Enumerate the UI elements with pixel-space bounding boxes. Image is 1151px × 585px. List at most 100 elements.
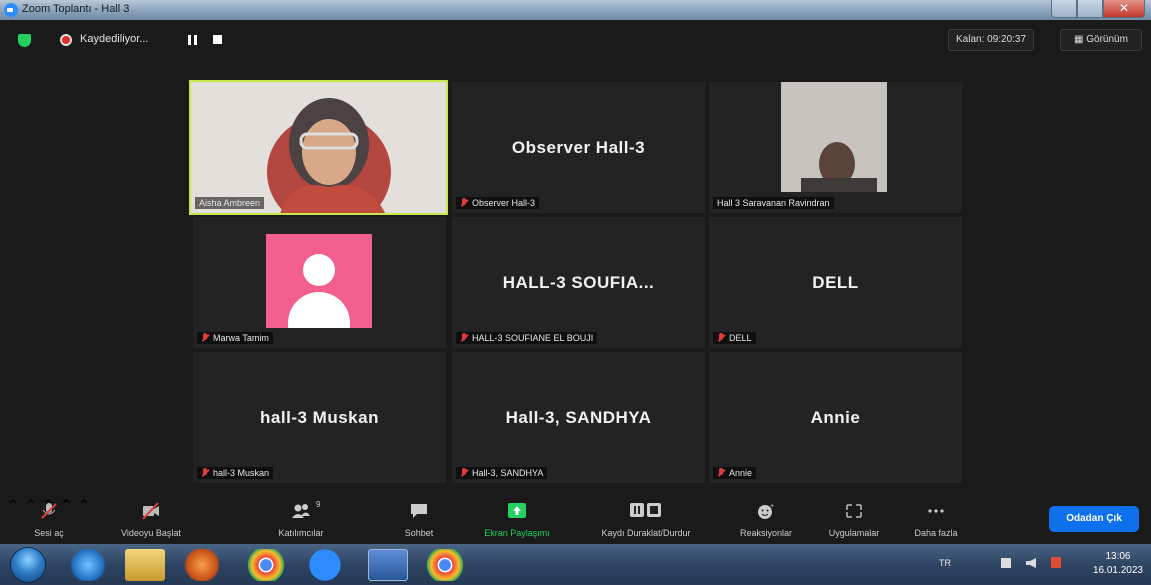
avatar-head	[303, 254, 335, 286]
stop-recording-icon[interactable]	[213, 35, 222, 44]
internet-explorer-icon[interactable]	[68, 549, 108, 581]
participant-display-name: hall-3 Muskan	[260, 407, 379, 427]
muted-mic-icon	[201, 468, 209, 478]
muted-mic-icon	[201, 333, 209, 343]
word-icon[interactable]	[368, 549, 408, 581]
participant-video-image	[191, 82, 446, 213]
share-screen-icon	[508, 503, 526, 518]
apps-button[interactable]: Uygulamalar	[814, 496, 894, 544]
muted-microphone-icon	[41, 503, 57, 519]
avatar	[266, 234, 372, 328]
participant-name-label: Hall-3, SANDHYA	[456, 467, 548, 479]
participant-display-name: Annie	[810, 407, 861, 427]
minimize-button[interactable]	[1051, 0, 1077, 18]
muted-mic-icon	[460, 468, 468, 478]
video-tile[interactable]: hall-3 Muskan hall-3 Muskan	[193, 352, 446, 483]
recording-status: Kaydediliyor...	[80, 33, 149, 45]
grid-icon: ▦	[1074, 34, 1087, 45]
audio-options-chevron-icon[interactable]: ⌃	[6, 498, 19, 515]
language-indicator[interactable]: TR	[939, 558, 951, 568]
pause-stop-recording-label: Kaydı Duraklat/Durdur	[601, 528, 691, 538]
zoom-app-icon	[4, 3, 18, 17]
share-screen-label: Ekran Paylaşımı	[484, 528, 550, 538]
window-controls: ✕	[1051, 0, 1145, 18]
chrome-icon[interactable]	[246, 549, 286, 581]
video-tile[interactable]: Aisha Ambreen	[189, 80, 448, 215]
chat-button[interactable]: Sohbet	[394, 496, 444, 544]
muted-mic-icon	[717, 468, 725, 478]
video-tile[interactable]: Marwa Tamim	[193, 217, 446, 348]
maximize-button[interactable]	[1077, 0, 1103, 18]
recording-icon	[60, 34, 72, 46]
participant-name: Annie	[729, 468, 753, 478]
zoom-taskbar-icon[interactable]	[305, 549, 345, 581]
participant-name-label: Observer Hall-3	[456, 197, 540, 209]
window-titlebar: Zoom Toplantı - Hall 3 ✕	[0, 0, 1151, 20]
participants-count: 9	[316, 500, 321, 509]
more-icon	[928, 509, 944, 513]
volume-icon[interactable]	[1026, 558, 1036, 568]
zoom-meeting-window: Kaydediliyor... Kalan: 09:20:37 ▦ Görünü…	[6, 20, 1146, 544]
more-button[interactable]: Daha fazla	[906, 496, 966, 544]
svg-text:+: +	[770, 503, 774, 510]
video-tile[interactable]: HALL-3 SOUFIA... HALL-3 SOUFIANE EL BOUJ…	[452, 217, 705, 348]
start-video-button[interactable]: Videoyu Başlat	[106, 496, 196, 544]
view-button[interactable]: ▦ Görünüm	[1060, 29, 1142, 51]
video-tile[interactable]: Annie Annie	[709, 352, 962, 483]
chrome-window-icon[interactable]	[425, 549, 465, 581]
chat-label: Sohbet	[404, 528, 434, 538]
taskbar-clock[interactable]: 13:06 16.01.2023	[1093, 550, 1143, 578]
flag-icon[interactable]	[1051, 557, 1061, 568]
unmute-button[interactable]: Sesi aç	[24, 496, 74, 544]
participant-name: Aisha Ambreen	[199, 198, 261, 208]
avatar-body	[288, 292, 350, 328]
participants-label: Katılımcılar	[278, 528, 324, 538]
close-button[interactable]: ✕	[1103, 0, 1145, 18]
video-tile[interactable]: Hall 3 Saravanan Ravindran	[709, 82, 962, 213]
participants-button[interactable]: 9 Katılımcılar	[261, 496, 341, 544]
apps-label: Uygulamalar	[828, 528, 880, 538]
video-tile[interactable]: DELL DELL	[709, 217, 962, 348]
pause-stop-icon	[630, 503, 661, 517]
participant-name-label: HALL-3 SOUFIANE EL BOUJI	[456, 332, 598, 344]
apps-icon	[846, 504, 862, 518]
share-screen-button[interactable]: Ekran Paylaşımı	[472, 496, 562, 544]
apps-options-chevron-icon[interactable]: ⌃	[77, 498, 90, 515]
participants-icon	[292, 504, 310, 518]
participant-display-name: Observer Hall-3	[511, 137, 646, 157]
security-shield-icon[interactable]	[18, 34, 31, 47]
participant-video	[781, 82, 887, 192]
participant-name: Observer Hall-3	[472, 198, 536, 208]
video-off-icon	[142, 502, 159, 520]
participant-name-label: Aisha Ambreen	[195, 197, 265, 209]
pause-recording-icon[interactable]	[188, 35, 197, 45]
meeting-toolbar: Sesi aç ⌃ Videoyu Başlat ⌃ 9 Katılımcıla…	[6, 496, 1146, 544]
view-label: Görünüm	[1086, 34, 1128, 45]
more-label: Daha fazla	[914, 528, 958, 538]
clock-time: 13:06	[1105, 551, 1131, 562]
media-player-icon[interactable]	[182, 549, 222, 581]
file-explorer-icon[interactable]	[125, 549, 165, 581]
muted-mic-icon	[717, 333, 725, 343]
pause-stop-recording-button[interactable]: Kaydı Duraklat/Durdur	[581, 496, 711, 544]
start-button[interactable]	[10, 547, 46, 583]
video-tile[interactable]: Observer Hall-3 Observer Hall-3	[452, 82, 705, 213]
start-video-label: Videoyu Başlat	[121, 528, 181, 538]
remaining-time: Kalan: 09:20:37	[948, 29, 1035, 51]
system-tray: TR 13:06 16.01.2023	[931, 544, 1151, 585]
network-icon[interactable]	[1001, 558, 1011, 568]
participant-name-label: Hall 3 Saravanan Ravindran	[713, 197, 834, 209]
participant-name-label: DELL	[713, 332, 756, 344]
leave-room-button[interactable]: Odadan Çık	[1049, 506, 1139, 532]
participant-name: Hall 3 Saravanan Ravindran	[717, 198, 830, 208]
participant-display-name: HALL-3 SOUFIA...	[502, 272, 655, 292]
muted-mic-icon	[460, 333, 468, 343]
participant-name: hall-3 Muskan	[213, 468, 270, 478]
participant-name-label: Marwa Tamim	[197, 332, 273, 344]
participant-name: DELL	[729, 333, 752, 343]
participant-name: HALL-3 SOUFIANE EL BOUJI	[472, 333, 594, 343]
unmute-label: Sesi aç	[34, 528, 64, 538]
participant-video-image	[781, 82, 887, 192]
reactions-button[interactable]: + Reaksiyonlar	[726, 496, 806, 544]
video-tile[interactable]: Hall-3, SANDHYA Hall-3, SANDHYA	[452, 352, 705, 483]
